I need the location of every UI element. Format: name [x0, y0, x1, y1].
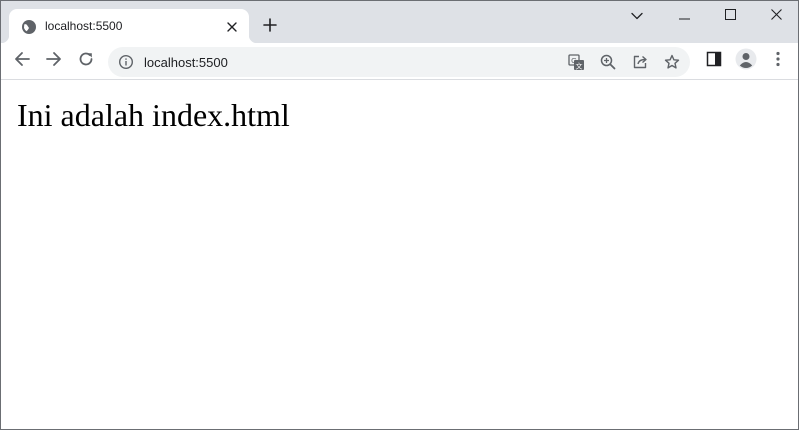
url-text[interactable]: localhost:5500	[144, 55, 228, 70]
browser-window: localhost:5500 localhost:5500 G 文 Ini ad…	[0, 0, 799, 430]
minimize-icon	[678, 7, 690, 25]
window-close-button[interactable]	[753, 1, 798, 31]
menu-button[interactable]	[764, 47, 792, 75]
translate-icon[interactable]: G 文	[564, 50, 588, 74]
browser-toolbar: localhost:5500 G 文	[1, 43, 798, 80]
chevron-down-icon	[631, 7, 643, 25]
side-panel-icon	[706, 51, 722, 72]
maximize-icon	[724, 7, 736, 25]
zoom-icon[interactable]	[596, 50, 620, 74]
profile-button[interactable]	[732, 47, 760, 75]
plus-icon	[263, 17, 277, 37]
profile-icon	[735, 48, 757, 75]
reload-button[interactable]	[72, 47, 100, 75]
info-icon[interactable]	[118, 54, 134, 70]
minimize-button[interactable]	[661, 1, 707, 31]
globe-icon	[21, 19, 37, 35]
page-heading: Ini adalah index.html	[17, 97, 290, 133]
tab-active[interactable]: localhost:5500	[1, 9, 257, 43]
new-tab-button[interactable]	[259, 16, 281, 38]
maximize-button[interactable]	[707, 1, 753, 31]
forward-arrow-icon	[46, 51, 62, 72]
tab-strip: localhost:5500	[1, 1, 798, 43]
svg-text:文: 文	[575, 61, 582, 70]
tab-title: localhost:5500	[45, 19, 123, 33]
close-icon	[770, 7, 782, 25]
side-panel-button[interactable]	[700, 47, 728, 75]
tab-close-icon[interactable]	[223, 18, 241, 36]
star-icon[interactable]	[660, 50, 684, 74]
page-viewport: Ini adalah index.html	[1, 81, 798, 429]
tab-search-button[interactable]	[614, 1, 660, 31]
share-icon[interactable]	[628, 50, 652, 74]
back-button[interactable]	[8, 47, 36, 75]
reload-icon	[78, 51, 94, 72]
forward-button[interactable]	[40, 47, 68, 75]
back-arrow-icon	[14, 51, 30, 72]
kebab-menu-icon	[776, 51, 780, 72]
address-bar[interactable]: localhost:5500 G 文	[108, 47, 690, 77]
